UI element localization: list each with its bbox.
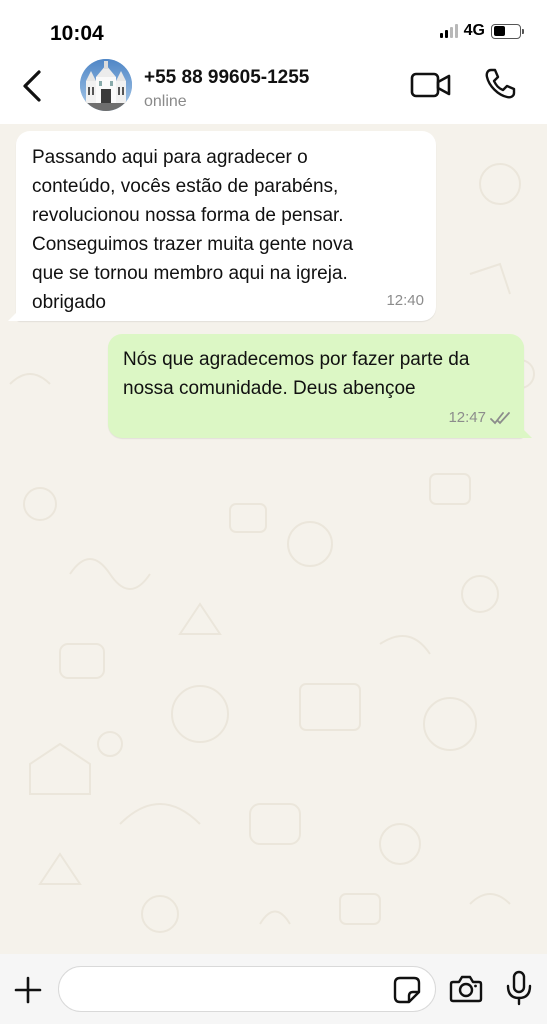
church-avatar-image bbox=[80, 59, 132, 111]
avatar[interactable] bbox=[80, 59, 132, 111]
double-check-icon bbox=[490, 411, 510, 424]
status-time: 10:04 bbox=[50, 22, 104, 45]
sticker-icon bbox=[393, 976, 421, 1004]
contact-status: online bbox=[144, 93, 187, 110]
status-bar: 10:04 4G bbox=[0, 0, 547, 60]
outgoing-message-bubble[interactable]: Nós que agradecemos por fazer parte da n… bbox=[108, 334, 532, 438]
message-time: 12:47 bbox=[448, 409, 486, 426]
incoming-message-bubble[interactable]: Passando aqui para agradecer o conteúdo,… bbox=[8, 131, 436, 321]
message-input-bar bbox=[0, 954, 547, 1024]
chevron-left-icon bbox=[23, 70, 41, 102]
video-camera-icon bbox=[410, 72, 451, 98]
contact-name[interactable]: +55 88 99605-1255 bbox=[144, 67, 309, 89]
outgoing-message-text: Nós que agradecemos por fazer parte da n… bbox=[123, 349, 470, 399]
message-timestamp: 12:47 bbox=[448, 403, 512, 432]
voice-call-button[interactable] bbox=[482, 66, 518, 102]
message-timestamp: 12:40 bbox=[386, 286, 424, 315]
message-time: 12:40 bbox=[386, 292, 424, 309]
plus-icon bbox=[14, 976, 42, 1004]
attach-button[interactable] bbox=[12, 974, 44, 1006]
chat-header: +55 88 99605-1255 online bbox=[0, 54, 547, 124]
video-call-button[interactable] bbox=[410, 70, 452, 100]
sticker-button[interactable] bbox=[392, 975, 422, 1005]
camera-icon bbox=[449, 975, 483, 1003]
status-indicators: 4G bbox=[439, 22, 524, 40]
message-input[interactable] bbox=[58, 966, 436, 1012]
back-button[interactable] bbox=[14, 68, 50, 104]
phone-icon bbox=[485, 68, 516, 99]
signal-icon bbox=[439, 24, 458, 38]
incoming-message-text: Passando aqui para agradecer o conteúdo,… bbox=[32, 147, 354, 313]
camera-button[interactable] bbox=[449, 973, 483, 1005]
battery-icon bbox=[491, 23, 524, 39]
microphone-icon bbox=[506, 970, 532, 1006]
chat-area[interactable]: Passando aqui para agradecer o conteúdo,… bbox=[0, 124, 547, 954]
voice-message-button[interactable] bbox=[505, 970, 533, 1006]
network-type: 4G bbox=[463, 22, 485, 39]
